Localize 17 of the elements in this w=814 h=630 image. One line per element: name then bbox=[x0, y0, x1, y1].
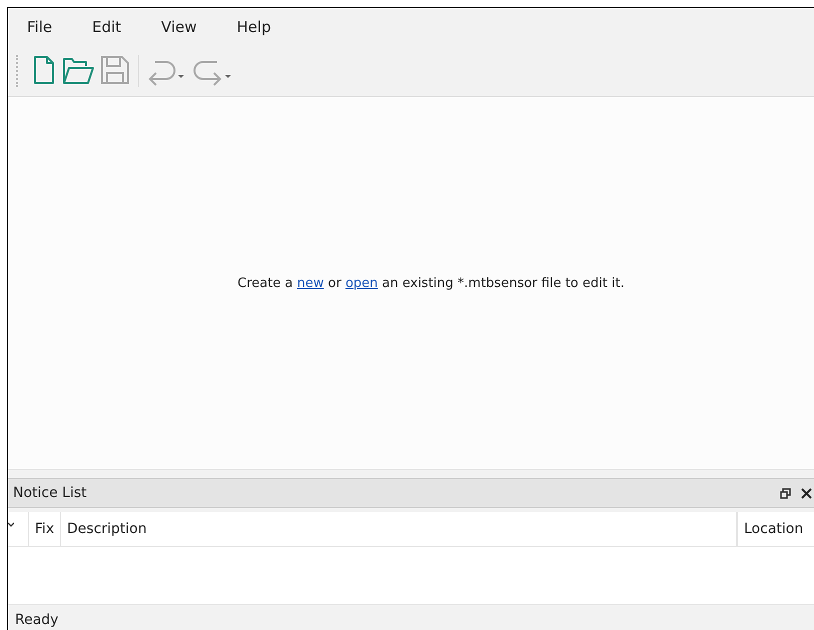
column-header[interactable]: Description bbox=[67, 521, 147, 537]
link[interactable]: open bbox=[345, 276, 378, 290]
float-icon[interactable] bbox=[780, 488, 791, 498]
new-file-icon[interactable] bbox=[32, 55, 56, 87]
column-header[interactable]: Fix bbox=[34, 521, 54, 537]
close-icon[interactable] bbox=[801, 488, 812, 498]
menu-item[interactable]: Edit bbox=[92, 14, 122, 40]
menu-item[interactable]: Help bbox=[236, 14, 271, 40]
sort-icon[interactable] bbox=[8, 522, 14, 527]
menu-item[interactable]: File bbox=[27, 14, 52, 40]
panel-title: Notice List bbox=[13, 485, 87, 501]
folder-icon[interactable] bbox=[62, 55, 94, 87]
link[interactable]: new bbox=[296, 276, 324, 290]
menu-item[interactable]: View bbox=[161, 14, 197, 40]
column-header[interactable]: Location bbox=[744, 521, 804, 537]
status-text: Ready bbox=[15, 612, 58, 628]
empty-state-message: Create a new or open an existing *.mtbsensor file to edit it. bbox=[238, 276, 624, 290]
